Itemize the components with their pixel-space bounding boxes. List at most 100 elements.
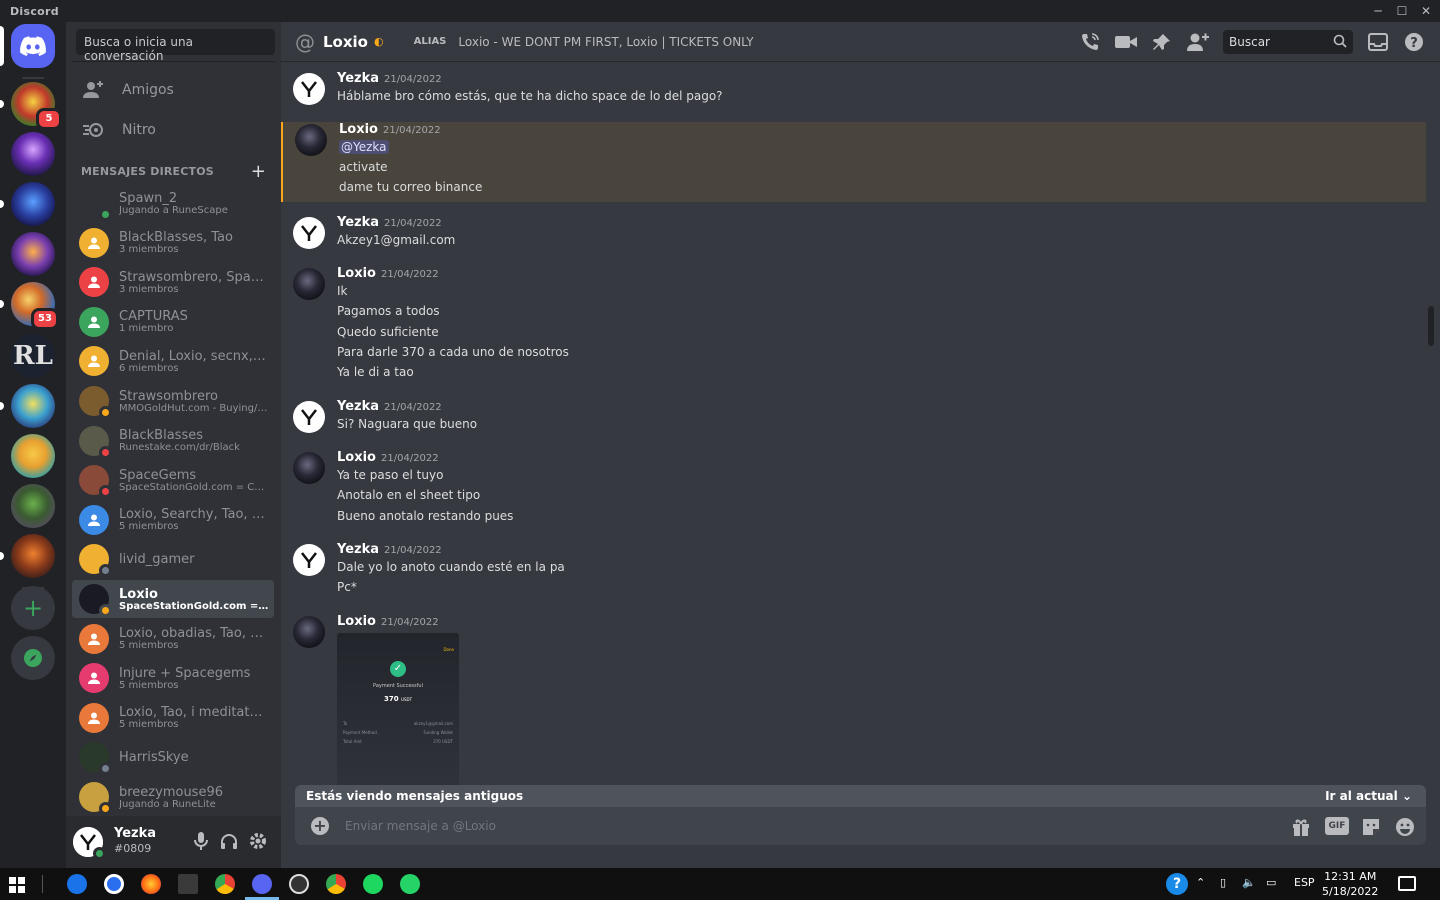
loxio-avatar[interactable] — [295, 124, 327, 156]
dm-item[interactable]: Denial, Loxio, secnx, T... 6 miembros — [72, 342, 274, 380]
discord-logo-icon — [20, 36, 46, 56]
firefox-icon[interactable] — [141, 874, 161, 894]
volume-icon[interactable]: 🔈 — [1242, 876, 1256, 889]
inbox-icon[interactable] — [1367, 31, 1389, 53]
discord-taskbar-icon[interactable] — [252, 874, 272, 894]
yezka-avatar[interactable] — [293, 73, 325, 105]
image-attachment[interactable]: ✓ Done Payment Successful 370 USDT To akz… — [337, 633, 459, 785]
yezka-avatar[interactable] — [293, 217, 325, 249]
message-group[interactable]: Loxio 21/04/2022 Ya te paso el tuyo Anotalo… — [281, 450, 1426, 530]
add-server-button[interactable]: + — [11, 586, 55, 630]
message-group[interactable]: Yezka 21/04/2022 Dale yo lo anoto cuando e… — [281, 542, 1426, 602]
dm-item[interactable]: Strawsombrero MMOGoldHut.com - Buying/S..… — [72, 382, 274, 420]
headphones-icon[interactable] — [218, 830, 240, 852]
dm-item[interactable]: SpaceGems SpaceStationGold.com = CRED... — [72, 461, 274, 499]
upload-plus-icon[interactable]: + — [311, 817, 329, 835]
create-dm-icon[interactable]: + — [251, 161, 266, 182]
message-author[interactable]: Yezka 21/04/2022 — [337, 71, 442, 86]
taskbar-app-icon[interactable] — [104, 874, 124, 894]
message-group[interactable]: Loxio 21/04/2022 Ik Pagamos a todos Quedo su… — [281, 266, 1426, 386]
scrollbar-thumb[interactable] — [1428, 306, 1434, 346]
pinned-messages-icon[interactable] — [1151, 31, 1173, 53]
settings-gear-icon[interactable] — [247, 830, 269, 852]
server-fox-icon[interactable] — [11, 534, 55, 578]
server-space-station-icon[interactable] — [11, 132, 55, 176]
message-author[interactable]: Loxio 21/04/2022 — [337, 266, 439, 281]
server-plant-vs-undead-icon[interactable] — [11, 384, 55, 428]
message-group[interactable]: Yezka 21/04/2022 Háblame bro cómo estás, q… — [281, 71, 1426, 111]
dm-item[interactable]: Loxio, Searchy, Tao, Sp... 5 miembros — [72, 501, 274, 539]
yezka-avatar[interactable] — [293, 544, 325, 576]
message-author[interactable]: Loxio 21/04/2022 — [337, 614, 439, 629]
home-button[interactable] — [11, 24, 55, 68]
loxio-avatar[interactable] — [293, 452, 325, 484]
loxio-avatar[interactable] — [293, 616, 325, 648]
yezka-avatar[interactable] — [293, 401, 325, 433]
taskbar-app-icon[interactable] — [67, 874, 87, 894]
dm-item[interactable]: CAPTURAS 1 miembro — [72, 303, 274, 341]
message-author[interactable]: Loxio 21/04/2022 — [337, 450, 439, 465]
explore-servers-button[interactable] — [11, 636, 55, 680]
message-input[interactable]: Enviar mensaje a @Loxio — [345, 819, 496, 833]
emoji-icon[interactable] — [1394, 816, 1416, 838]
dm-item[interactable]: BlackBlasses Runestake.com/dr/Black — [72, 422, 274, 460]
maximize-icon[interactable]: ☐ — [1394, 3, 1410, 19]
dm-item[interactable]: breezymouse96 Jugando a RuneLite — [72, 778, 274, 816]
chrome-icon[interactable] — [326, 874, 346, 894]
message-group[interactable]: Yezka 21/04/2022 Akzey1@gmail.com — [281, 215, 1426, 255]
dm-item[interactable]: Injure + Spacegems 5 miembros — [72, 659, 274, 697]
dm-item[interactable]: Loxio, Tao, i meditate i,... 5 miembros — [72, 699, 274, 737]
server-runelite-icon[interactable]: RL — [11, 334, 55, 378]
nav-nitro[interactable]: Nitro — [74, 110, 273, 150]
server-origin-icon[interactable] — [11, 434, 55, 478]
dm-item[interactable]: Loxio, obadias, Tao, Sp... 5 miembros — [72, 620, 274, 658]
user-avatar[interactable] — [73, 827, 106, 860]
user-mention[interactable]: @Yezka — [339, 140, 389, 154]
dm-item[interactable]: Spawn_2 Jugando a RuneScape — [72, 184, 274, 222]
sticker-icon[interactable] — [1360, 816, 1382, 838]
minimize-icon[interactable]: ─ — [1370, 3, 1386, 19]
notifications-icon[interactable] — [1398, 876, 1416, 891]
nav-friends[interactable]: Amigos — [74, 70, 273, 110]
jump-to-present-button[interactable]: Ir al actual ⌄ — [1325, 789, 1412, 803]
gift-icon[interactable] — [1290, 816, 1312, 838]
video-call-icon[interactable] — [1115, 31, 1137, 53]
help-tray-icon[interactable]: ? — [1166, 873, 1188, 895]
server-space-suppliers-icon[interactable] — [11, 182, 55, 226]
windows-start-icon[interactable] — [9, 877, 25, 897]
message-group[interactable]: Loxio 21/04/2022 @Yezka activate dame tu cor… — [281, 122, 1426, 202]
dm-item[interactable]: LoxioSpaceStationGold.com = CRED... — [72, 580, 274, 618]
dm-search-input[interactable]: Busca o inicia una conversación — [76, 29, 275, 63]
chrome-icon[interactable] — [215, 874, 235, 894]
message-author[interactable]: Loxio 21/04/2022 — [339, 122, 441, 137]
clock-time: 12:31 AM — [1324, 870, 1377, 883]
dm-item[interactable]: HarrisSkye — [72, 738, 274, 776]
loxio-avatar[interactable] — [293, 268, 325, 300]
message-author[interactable]: Yezka 21/04/2022 — [337, 542, 442, 557]
close-icon[interactable]: ✕ — [1418, 3, 1434, 19]
voice-call-icon[interactable] — [1079, 31, 1101, 53]
microphone-icon[interactable] — [190, 830, 212, 852]
server-space-raffles-icon[interactable] — [11, 232, 55, 276]
gif-button[interactable]: GIF — [1325, 817, 1349, 835]
tray-device-icon[interactable]: ▯ — [1220, 876, 1226, 889]
message-author[interactable]: Yezka 21/04/2022 — [337, 399, 442, 414]
system-clock[interactable]: 12:31 AM 5/18/2022 — [1322, 869, 1378, 899]
separator — [22, 77, 44, 79]
dm-item[interactable]: Strawsombrero, Spaw... 3 miembros — [72, 263, 274, 301]
server-pepe-icon[interactable] — [11, 484, 55, 528]
add-friend-to-dm-icon[interactable] — [1187, 31, 1209, 53]
network-icon[interactable]: ▭ — [1266, 876, 1276, 889]
whatsapp-icon[interactable] — [400, 874, 420, 894]
message-group[interactable]: Yezka 21/04/2022 Si? Naguara que bueno — [281, 399, 1426, 439]
help-icon[interactable]: ? — [1403, 31, 1425, 53]
spotify-icon[interactable] — [363, 874, 383, 894]
chevron-up-icon[interactable]: ⌃ — [1196, 876, 1205, 889]
language-indicator[interactable]: ESP — [1294, 876, 1315, 889]
message-author[interactable]: Yezka 21/04/2022 — [337, 215, 442, 230]
dm-item[interactable]: livid_gamer — [72, 540, 274, 578]
taskbar-app-icon[interactable] — [289, 874, 309, 894]
dm-item[interactable]: BlackBlasses, Tao 3 miembros — [72, 224, 274, 262]
search-input[interactable]: Buscar — [1223, 30, 1353, 54]
calculator-icon[interactable] — [178, 874, 198, 894]
